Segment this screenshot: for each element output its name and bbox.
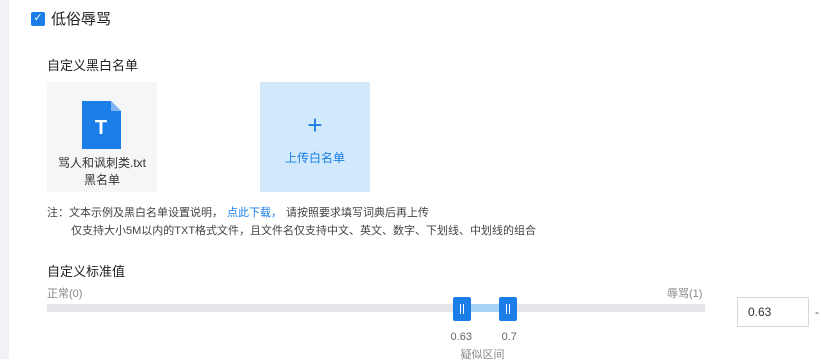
threshold-value-input[interactable] — [737, 297, 809, 327]
threshold-label: 自定义标准值 — [47, 264, 126, 279]
download-link[interactable]: 点此下载， — [227, 207, 282, 219]
upload-whitelist-button[interactable]: + 上传白名单 — [260, 82, 370, 192]
high-value-label: 0.7 — [501, 331, 517, 343]
left-rail — [0, 0, 9, 359]
file-list-type: 黑名单 — [83, 173, 120, 187]
blacklist-file-card[interactable]: T 骂人和讽刺类.txt 黑名单 — [47, 82, 157, 192]
slider-handle-high[interactable] — [498, 297, 517, 321]
section-header: ✓ 低俗辱骂 — [31, 8, 111, 29]
range-dash: - — [815, 305, 819, 319]
enable-checkbox[interactable]: ✓ — [31, 11, 45, 26]
note-suffix: 请按照要求填写词典后再上传 — [286, 207, 429, 219]
file-name: 骂人和讽刺类.txt — [57, 156, 146, 170]
slider-track[interactable] — [47, 304, 705, 312]
note-line-1: 注：文本示例及黑白名单设置说明， 点此下载， 请按照要求填写词典后再上传 — [47, 204, 429, 220]
low-value-label: 0.63 — [450, 331, 472, 343]
svg-text:T: T — [95, 117, 107, 139]
upload-whitelist-label: 上传白名单 — [284, 151, 345, 165]
blacklist-label: 自定义黑白名单 — [47, 58, 139, 73]
note-line-2: 仅支持大小5M以内的TXT格式文件，且文件名仅支持中文、英文、数字、下划线、中划… — [71, 225, 537, 237]
range-max-label: 辱骂(1) — [667, 288, 703, 300]
note-prefix: 注：文本示例及黑白名单设置说明， — [47, 207, 223, 219]
range-min-label: 正常(0) — [47, 288, 83, 300]
section-title: 低俗辱骂 — [51, 11, 112, 28]
txt-file-icon: T — [82, 101, 121, 149]
plus-icon: + — [307, 110, 323, 140]
suspect-interval-label: 疑似区间 — [460, 349, 505, 361]
slider-handle-low[interactable] — [452, 297, 471, 321]
